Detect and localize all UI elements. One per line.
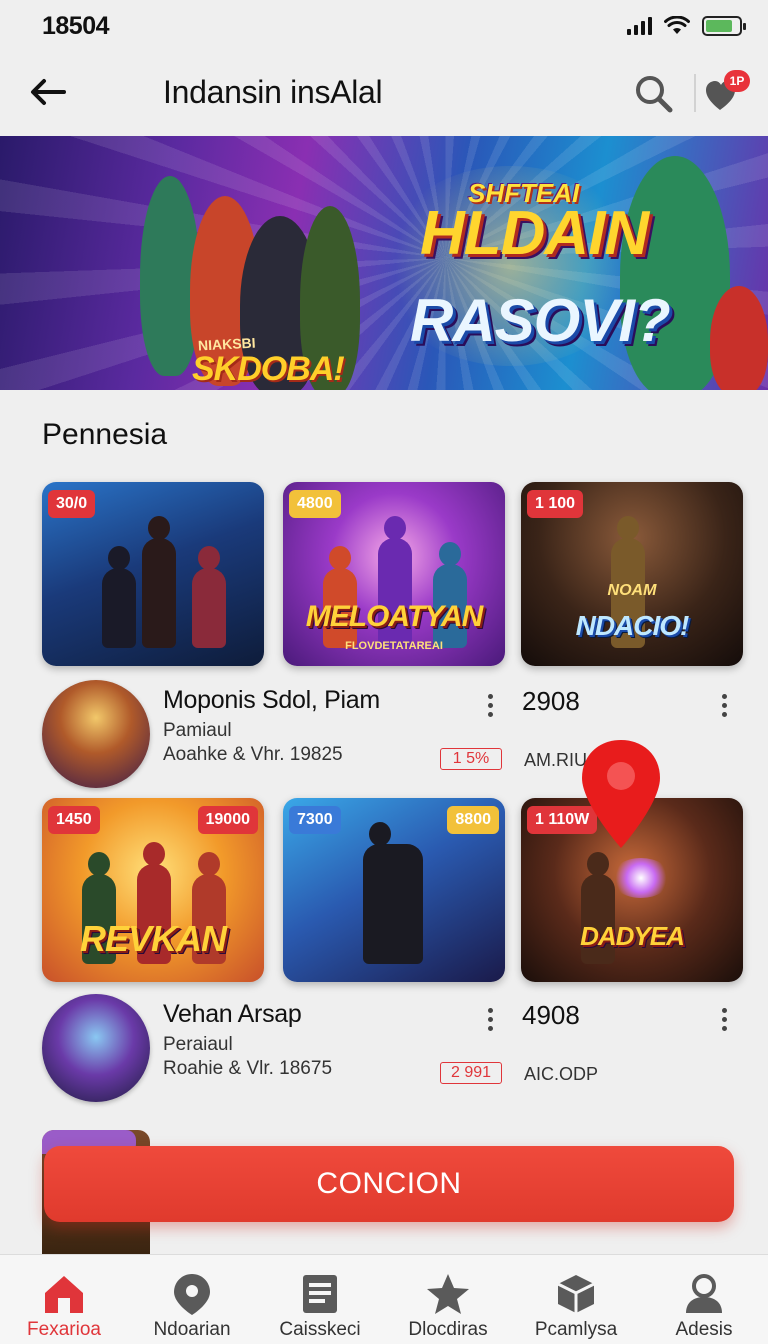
nav-item-library[interactable]: Pcamlysa	[512, 1255, 640, 1344]
list-item-subtitle: Pamiaul	[163, 720, 232, 741]
home-icon	[45, 1276, 83, 1313]
arrow-left-icon	[31, 79, 66, 105]
list-item-title: Moponis Sdol, Piam	[163, 686, 380, 714]
hero-headline: HLDAIN	[420, 199, 649, 268]
price-tag: 19000	[197, 806, 258, 834]
location-pin-icon	[582, 740, 660, 848]
search-icon	[636, 76, 673, 113]
nav-label: Fexariоа	[27, 1319, 101, 1340]
list-item-title: Vehan Arsap	[163, 1000, 302, 1028]
bottom-nav: Fexariоа Ndoarian Caisskeci Dlocdiras Pc…	[0, 1254, 768, 1344]
list-item-subtitle: Peraiaul	[163, 1034, 233, 1055]
more-options-icon[interactable]	[714, 690, 734, 720]
hero-subheadline: RASOVI?	[410, 287, 671, 354]
status-icons	[627, 16, 746, 36]
back-button[interactable]	[26, 72, 70, 112]
avatar	[42, 994, 150, 1102]
more-options-icon[interactable]	[714, 1004, 734, 1034]
discount-badge: 1 5%	[440, 748, 502, 770]
discount-badge: 2 991	[440, 1062, 502, 1084]
list-item-foot: AIC.ODP	[524, 1064, 599, 1084]
list-item[interactable]: Vehan Arsap Peraiaul Roahie & Vlr. 18675…	[0, 994, 768, 1104]
notifications-button[interactable]: 1P	[704, 70, 750, 116]
game-card-subtitle: FLOVDETATAREAI	[345, 640, 443, 652]
game-card[interactable]: 4800 MELOATYAN FLOVDETATAREAI	[283, 482, 505, 666]
nav-item-home[interactable]: Fexariоа	[0, 1255, 128, 1344]
price-tag: 30/0	[48, 490, 96, 518]
nav-label: Pcamlysa	[534, 1319, 618, 1340]
notification-badge: 1P	[724, 70, 750, 92]
cube-icon	[557, 1275, 595, 1313]
avatar	[42, 680, 150, 788]
wifi-icon	[664, 16, 690, 34]
price-tag: 4800	[289, 490, 341, 518]
primary-cta-button[interactable]: CONCION	[44, 1146, 734, 1222]
price-tag: 1450	[48, 806, 100, 834]
nav-item-location[interactable]: Ndoarian	[128, 1255, 256, 1344]
nav-item-profile[interactable]: Adesis	[640, 1255, 768, 1344]
page-title: Indansin insAlal	[163, 74, 383, 110]
header-divider	[694, 74, 696, 112]
document-icon	[303, 1275, 337, 1313]
section-title: Pennesia	[42, 418, 168, 451]
nav-item-favorites[interactable]: Dlocdiras	[384, 1255, 512, 1344]
more-options-icon[interactable]	[480, 1004, 500, 1034]
game-card-title: DADYEA	[580, 921, 685, 951]
nav-label: Caisskeci	[279, 1319, 361, 1340]
game-card-subtitle: NOAM	[607, 582, 657, 599]
game-card-title: NDACIO!	[575, 610, 690, 641]
nav-label: Adesis	[675, 1319, 733, 1340]
app-header: Indansin insAlal 1P	[0, 52, 768, 136]
signal-icon	[627, 17, 652, 35]
game-card[interactable]: 1450 19000 REVKAN	[42, 798, 264, 982]
search-button[interactable]	[632, 72, 676, 116]
game-card-title: REVKAN	[79, 918, 227, 959]
list-item-count: 2908	[522, 686, 580, 716]
more-options-icon[interactable]	[480, 690, 500, 720]
star-icon	[427, 1274, 469, 1314]
game-card[interactable]: 1 100 NOAM NDACIO!	[521, 482, 743, 666]
price-tag: 8800	[447, 806, 499, 834]
game-card[interactable]: 30/0	[42, 482, 264, 666]
hero-banner[interactable]: SHFTEAI HLDAIN RASOVI? NIAKSBI SKDOBA!	[0, 136, 768, 390]
game-card[interactable]: 7300 8800	[283, 798, 505, 982]
battery-icon	[702, 16, 746, 36]
hero-character	[710, 286, 768, 390]
price-tag: 1 100	[527, 490, 584, 518]
price-tag: 7300	[289, 806, 341, 834]
list-item-meta: Roahie & Vlr. 18675	[163, 1058, 333, 1079]
status-bar: 18504	[0, 0, 768, 52]
game-card-title: MELOATYAN	[305, 600, 484, 633]
nav-label: Dlocdiras	[408, 1319, 488, 1340]
list-item-count: 4908	[522, 1000, 580, 1030]
hero-left-text: SKDOBA!	[192, 350, 345, 388]
nav-label: Ndoarian	[153, 1319, 231, 1340]
status-time: 18504	[42, 11, 110, 40]
list-item-meta: Aoahke & Vhr. 19825	[163, 744, 343, 765]
user-icon	[686, 1274, 722, 1313]
location-pin-icon	[174, 1274, 210, 1315]
nav-item-documents[interactable]: Caisskeci	[256, 1255, 384, 1344]
